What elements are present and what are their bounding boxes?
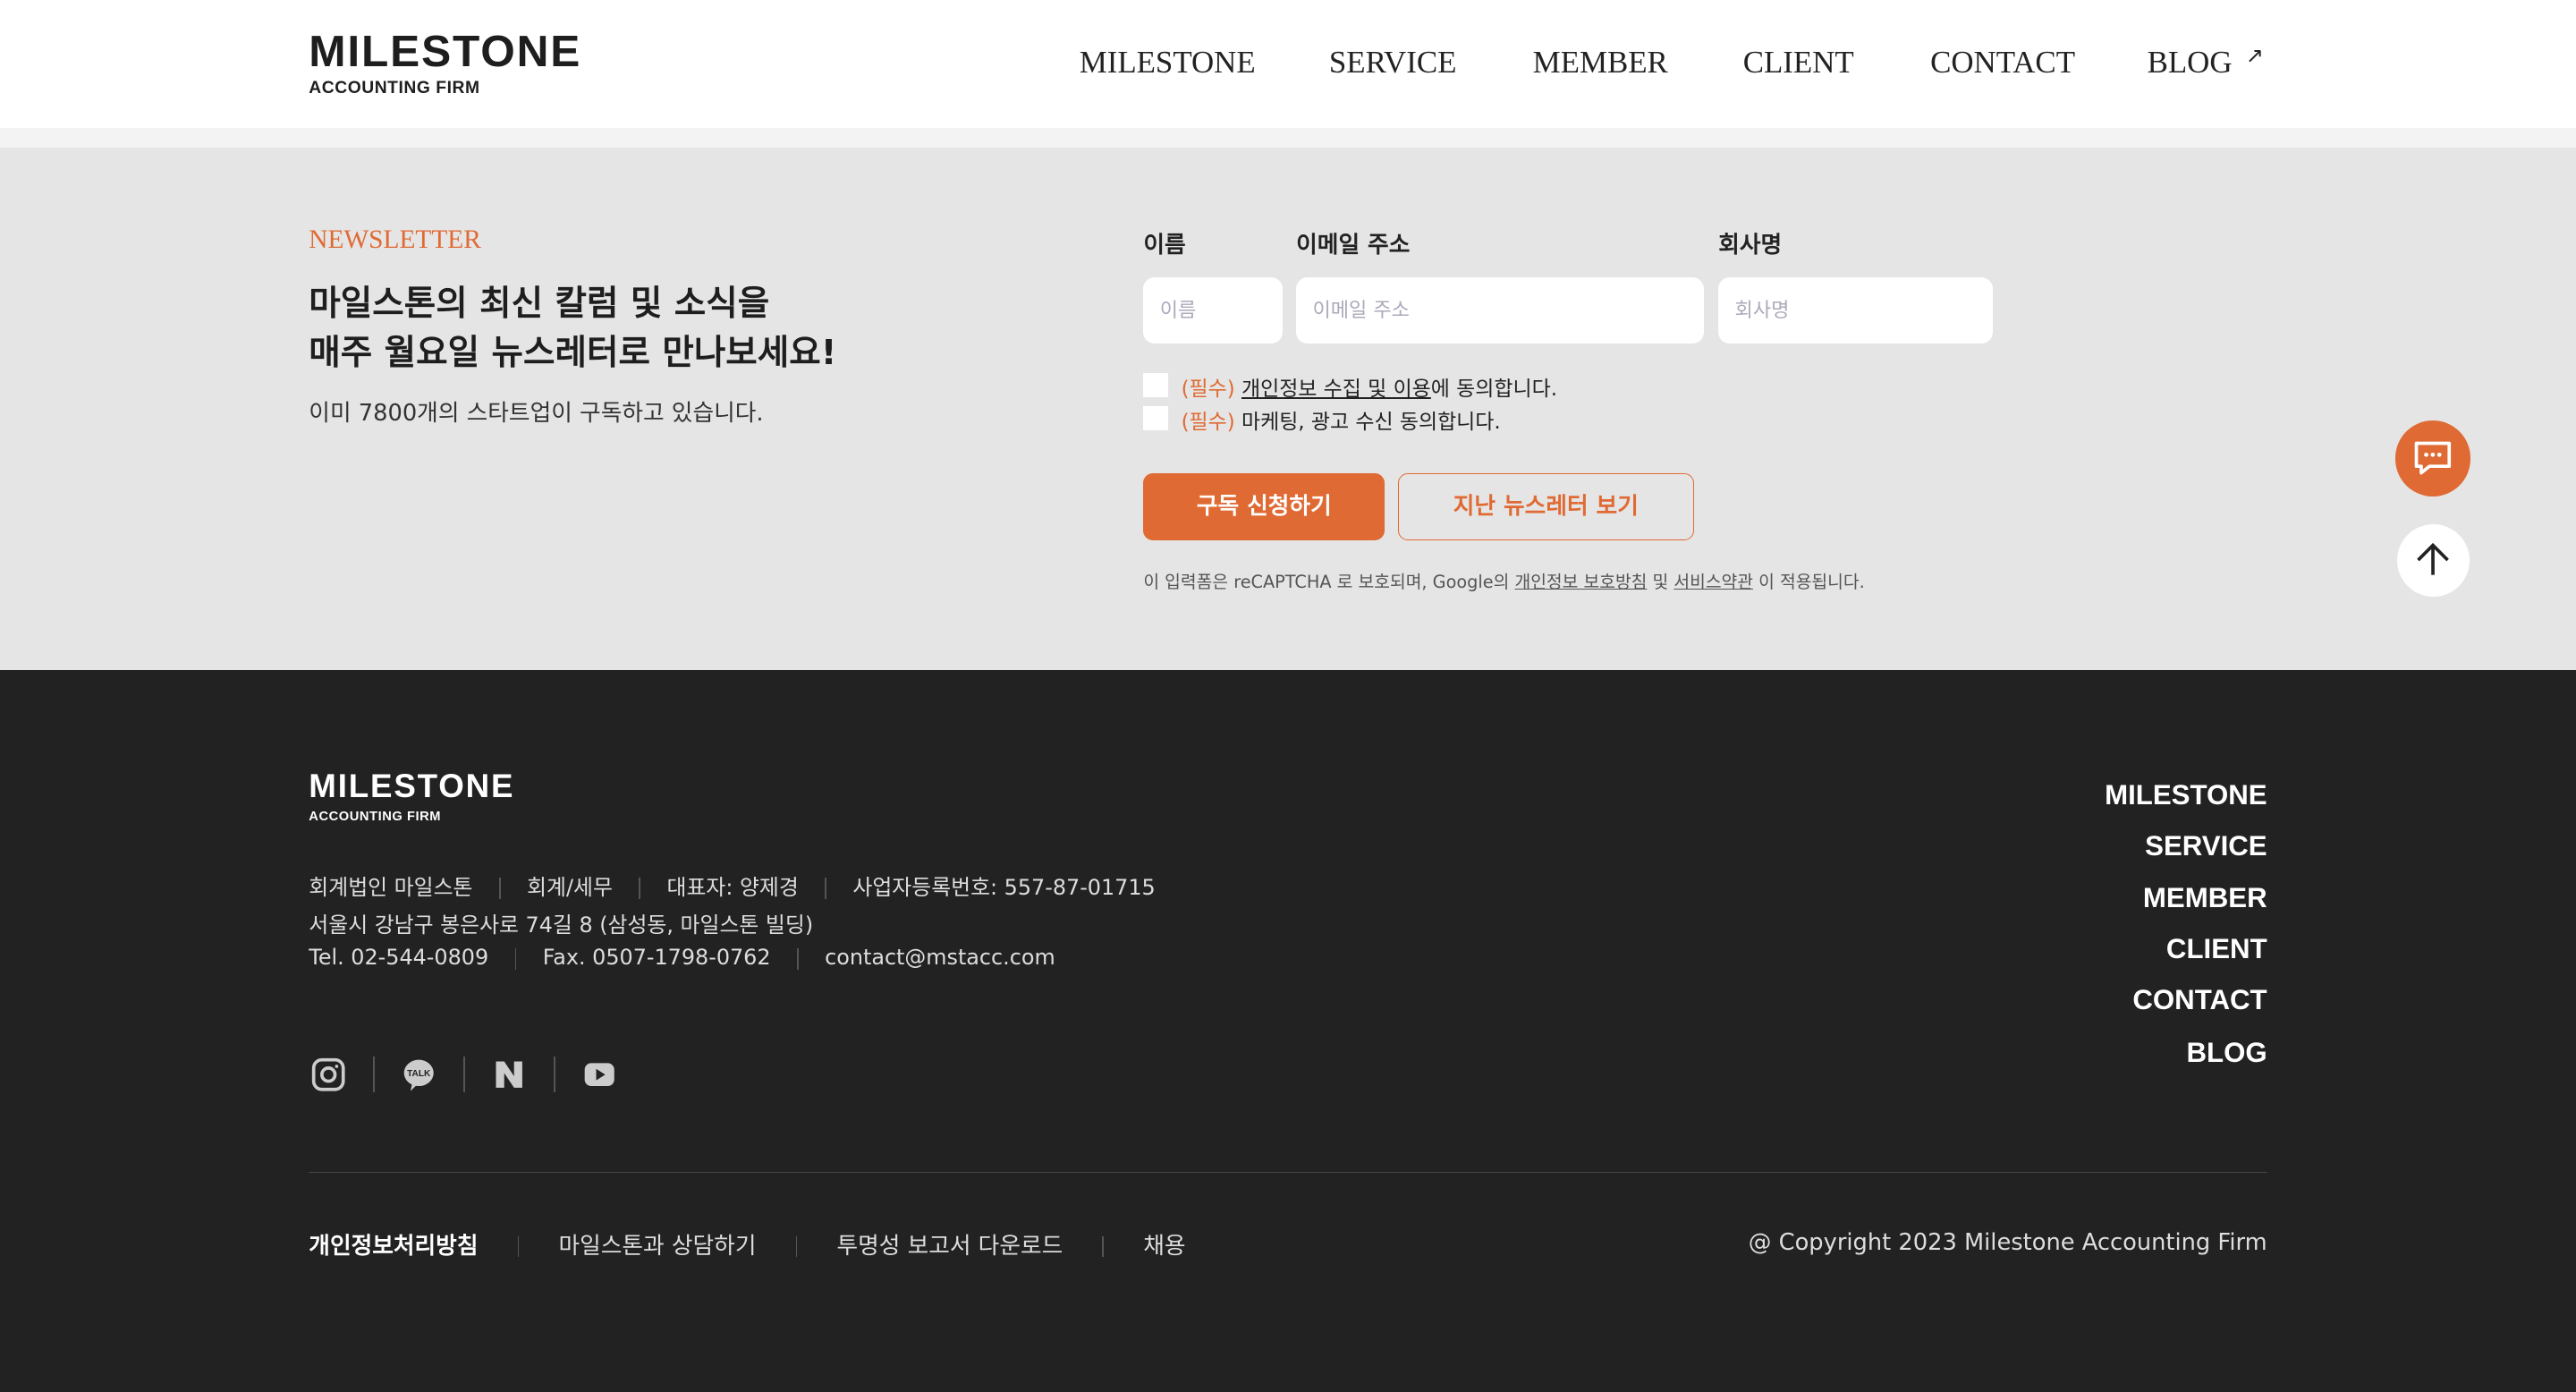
required-tag: (필수): [1181, 410, 1235, 434]
footer-nav-blog[interactable]: BLOG: [2186, 1037, 2267, 1069]
footer-links: 개인정보처리방침 마일스톤과 상담하기 투명성 보고서 다운로드 채용: [309, 1227, 1185, 1260]
marketing-consent-text: (필수) 마케팅, 광고 수신 동의합니다.: [1182, 404, 1501, 435]
privacy-policy-link[interactable]: 개인정보처리방침: [309, 1233, 478, 1260]
scroll-top-button[interactable]: [2396, 523, 2470, 597]
separator: [639, 878, 641, 900]
consult-link[interactable]: 마일스톤과 상담하기: [558, 1233, 756, 1260]
consent-text: 에 동의합니다.: [1430, 378, 1557, 402]
footer-nav-contact[interactable]: CONTACT: [2132, 984, 2267, 1016]
recaptcha-notice: 이 입력폼은 reCAPTCHA 로 보호되며, Google의 개인정보 보호…: [1143, 568, 1864, 593]
phone: Tel. 02-544-0809: [309, 945, 489, 971]
youtube-icon[interactable]: [581, 1057, 617, 1092]
info-text: 사업자등록번호: 557-87-01715: [852, 874, 1156, 900]
separator: [825, 878, 827, 900]
consent-text: 마케팅, 광고 수신 동의합니다.: [1241, 410, 1501, 434]
required-tag: (필수): [1181, 378, 1235, 402]
name-input[interactable]: [1143, 277, 1284, 344]
fax: Fax. 0507-1798-0762: [542, 945, 771, 971]
newsletter-subtitle: 이미 7800개의 스타트업이 구독하고 있습니다.: [309, 399, 764, 427]
arrow-up-icon: [2417, 543, 2449, 575]
newsletter-title: 마일스톤의 최신 칼럼 및 소식을 매주 월요일 뉴스레터로 만나보세요!: [309, 279, 836, 378]
name-label: 이름: [1143, 232, 1186, 259]
separator: [514, 947, 517, 970]
chat-icon: [2414, 442, 2452, 475]
site-header: MILESTONE ACCOUNTING FIRM MILESTONE SERV…: [0, 0, 2576, 129]
footer-nav-member[interactable]: MEMBER: [2143, 882, 2267, 914]
logo-subtitle: ACCOUNTING FIRM: [309, 79, 480, 98]
kakaotalk-icon[interactable]: TALK: [401, 1057, 436, 1092]
nav-contact[interactable]: CONTACT: [1930, 45, 2075, 81]
nav-milestone[interactable]: MILESTONE: [1080, 45, 1256, 81]
separator: [553, 1056, 555, 1093]
transparency-report-link[interactable]: 투명성 보고서 다운로드: [836, 1233, 1063, 1260]
title-line: 마일스톤의 최신 칼럼 및 소식을: [309, 284, 770, 325]
nav-blog[interactable]: BLOG: [2148, 45, 2233, 81]
past-newsletters-button[interactable]: 지난 뉴스레터 보기: [1398, 472, 1694, 541]
separator: [372, 1056, 375, 1093]
privacy-consent-text: (필수) 개인정보 수집 및 이용에 동의합니다.: [1182, 371, 1557, 402]
email-input[interactable]: [1296, 277, 1704, 344]
separator: [498, 878, 501, 900]
notice-text: 이 적용됩니다.: [1753, 572, 1865, 593]
footer-divider: [309, 1171, 2267, 1174]
company-input[interactable]: [1718, 277, 1993, 344]
subscribe-button[interactable]: 구독 신청하기: [1143, 472, 1385, 541]
google-terms-link[interactable]: 서비스약관: [1674, 572, 1753, 592]
naver-icon[interactable]: [491, 1057, 527, 1092]
kakao-label: TALK: [407, 1069, 431, 1079]
info-text: 대표자: 양제경: [666, 874, 799, 900]
footer-nav-service[interactable]: SERVICE: [2145, 830, 2267, 862]
separator: [796, 947, 799, 970]
privacy-consent-checkbox[interactable]: [1143, 372, 1168, 398]
footer-logo-subtitle: ACCOUNTING FIRM: [309, 810, 442, 825]
footer-logo: MILESTONE: [309, 767, 515, 804]
company-label: 회사명: [1718, 232, 1783, 259]
copyright: @ Copyright 2023 Milestone Accounting Fi…: [1748, 1228, 2267, 1256]
email-label: 이메일 주소: [1296, 232, 1411, 259]
privacy-link[interactable]: 개인정보 수집 및 이용: [1241, 378, 1431, 401]
email[interactable]: contact@mstacc.com: [825, 945, 1055, 970]
footer-nav-milestone[interactable]: MILESTONE: [2105, 779, 2267, 811]
nav-client[interactable]: CLIENT: [1743, 45, 1854, 81]
nav-member[interactable]: MEMBER: [1533, 45, 1668, 81]
logo[interactable]: MILESTONE: [309, 25, 581, 77]
social-links: TALK: [310, 1056, 617, 1093]
separator: [517, 1235, 520, 1258]
newsletter-eyebrow: NEWSLETTER: [309, 225, 481, 254]
address: 서울시 강남구 봉은사로 74길 8 (삼성동, 마일스톤 빌딩): [309, 912, 814, 938]
divider: [0, 128, 2576, 149]
separator: [1102, 1235, 1105, 1258]
separator: [462, 1056, 465, 1093]
external-link-icon: ↗: [2245, 42, 2264, 68]
company-info: 회계법인 마일스톤 회계/세무 대표자: 양제경 사업자등록번호: 557-87-01…: [309, 870, 1155, 901]
newsletter-section: NEWSLETTER 마일스톤의 최신 칼럼 및 소식을 매주 월요일 뉴스레터…: [0, 148, 2576, 671]
chat-button[interactable]: [2394, 420, 2471, 497]
info-text: 회계법인 마일스톤: [309, 874, 473, 900]
contact-info: Tel. 02-544-0809 Fax. 0507-1798-0762 conta…: [309, 945, 1055, 970]
google-privacy-link[interactable]: 개인정보 보호방침: [1514, 572, 1647, 592]
notice-text: 이 입력폼은 reCAPTCHA 로 보호되며, Google의: [1143, 572, 1515, 593]
instagram-icon[interactable]: [310, 1057, 346, 1092]
careers-link[interactable]: 채용: [1143, 1233, 1185, 1260]
footer-nav-client[interactable]: CLIENT: [2166, 933, 2267, 965]
nav-service[interactable]: SERVICE: [1329, 45, 1457, 81]
info-text: 회계/세무: [527, 874, 613, 900]
separator: [795, 1235, 798, 1258]
marketing-consent-checkbox[interactable]: [1143, 405, 1168, 431]
title-line: 매주 월요일 뉴스레터로 만나보세요!: [309, 333, 837, 374]
notice-text: 및: [1647, 572, 1674, 593]
